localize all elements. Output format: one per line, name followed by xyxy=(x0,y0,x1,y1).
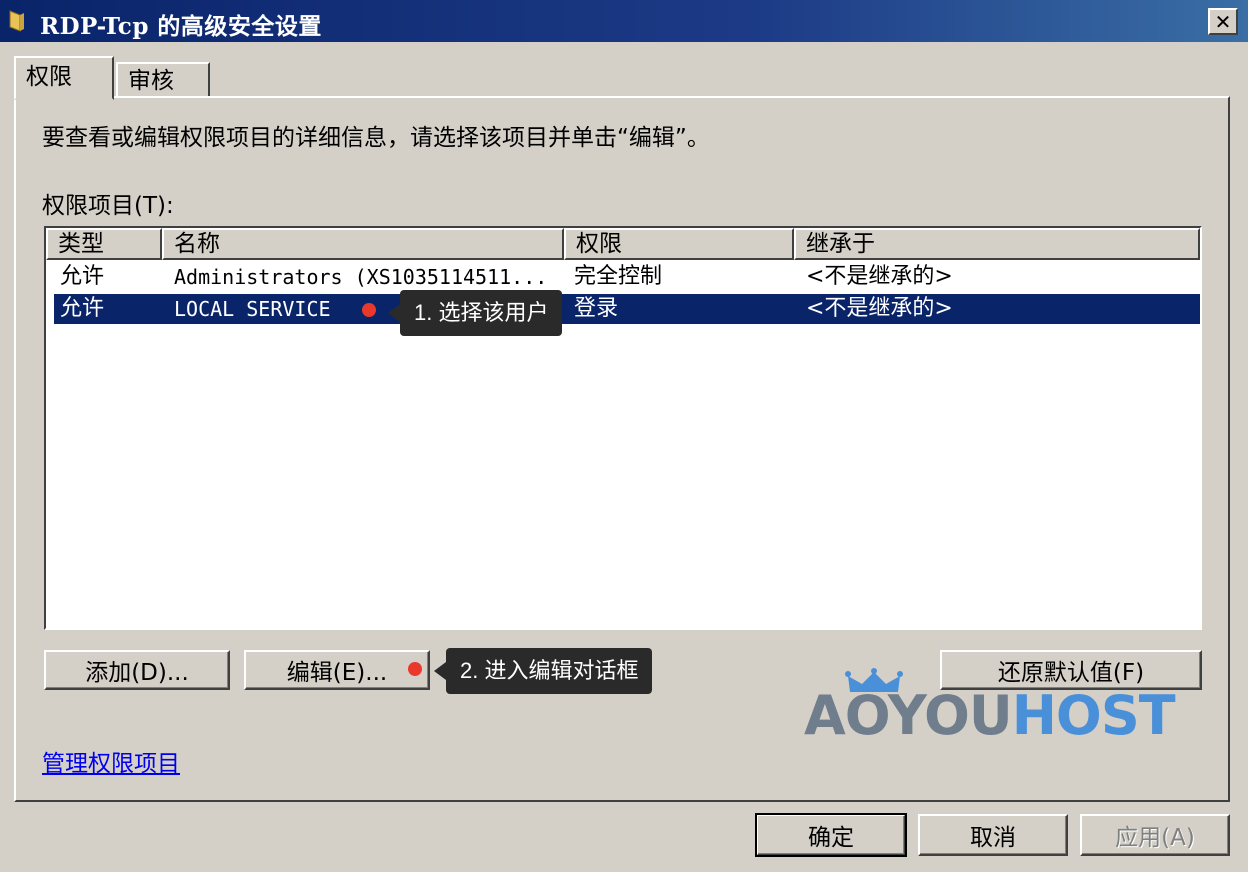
watermark-logo: AOYOUHOST xyxy=(804,668,1204,748)
cell-type: 允许 xyxy=(60,264,105,289)
cell-type: 允许 xyxy=(60,296,105,321)
list-header: 类型 名称 权限 继承于 xyxy=(46,228,1200,260)
cell-permission: 完全控制 xyxy=(574,264,663,289)
column-header-permission[interactable]: 权限 xyxy=(564,228,794,260)
column-header-name[interactable]: 名称 xyxy=(162,228,564,260)
ok-button[interactable]: 确定 xyxy=(755,813,907,857)
tab-permissions[interactable]: 权限 xyxy=(14,56,114,100)
close-icon: ✕ xyxy=(1214,9,1232,34)
cell-permission: 登录 xyxy=(574,296,619,321)
permission-entries-list[interactable]: 类型 名称 权限 继承于 允许 Administrators (XS103511… xyxy=(44,226,1202,630)
annotation-callout-step2: 2. 进入编辑对话框 xyxy=(433,648,653,694)
apply-button[interactable]: 应用(A) xyxy=(1080,814,1230,856)
table-row[interactable]: 允许 Administrators (XS1035114511... 完全控制 … xyxy=(54,262,1200,292)
annotation-callout-step1: 1. 选择该用户 xyxy=(387,290,563,336)
title-bar: RDP-Tcp 的高级安全设置 ✕ xyxy=(0,0,1248,42)
instructions-text: 要查看或编辑权限项目的详细信息，请选择该项目并单击“编辑”。 xyxy=(42,125,710,151)
cancel-button[interactable]: 取消 xyxy=(918,814,1068,856)
close-button[interactable]: ✕ xyxy=(1208,8,1238,35)
window-title: RDP-Tcp 的高级安全设置 xyxy=(40,13,322,40)
column-header-type[interactable]: 类型 xyxy=(46,228,162,260)
table-row-selected[interactable]: 允许 LOCAL SERVICE 登录 <不是继承的> xyxy=(53,293,1200,325)
annotation-dot xyxy=(362,303,376,317)
permission-entries-label: 权限项目(T): xyxy=(42,193,174,219)
edit-button[interactable]: 编辑(E)... xyxy=(244,650,430,690)
tab-auditing[interactable]: 审核 xyxy=(116,62,210,98)
watermark-part2: HOST xyxy=(1011,684,1176,747)
manage-permissions-link[interactable]: 管理权限项目 xyxy=(42,744,180,778)
watermark-text: AOYOUHOST xyxy=(804,684,1176,747)
folder-icon xyxy=(9,10,24,32)
cell-inherited: <不是继承的> xyxy=(806,264,953,289)
watermark-part1: AOYOU xyxy=(804,684,1013,747)
cell-name: Administrators (XS1035114511... xyxy=(174,265,548,289)
annotation-dot xyxy=(408,662,422,676)
cell-name: LOCAL SERVICE xyxy=(174,297,331,321)
add-button[interactable]: 添加(D)... xyxy=(44,650,230,690)
cell-inherited: <不是继承的> xyxy=(806,296,953,321)
column-header-inherited[interactable]: 继承于 xyxy=(794,228,1200,260)
